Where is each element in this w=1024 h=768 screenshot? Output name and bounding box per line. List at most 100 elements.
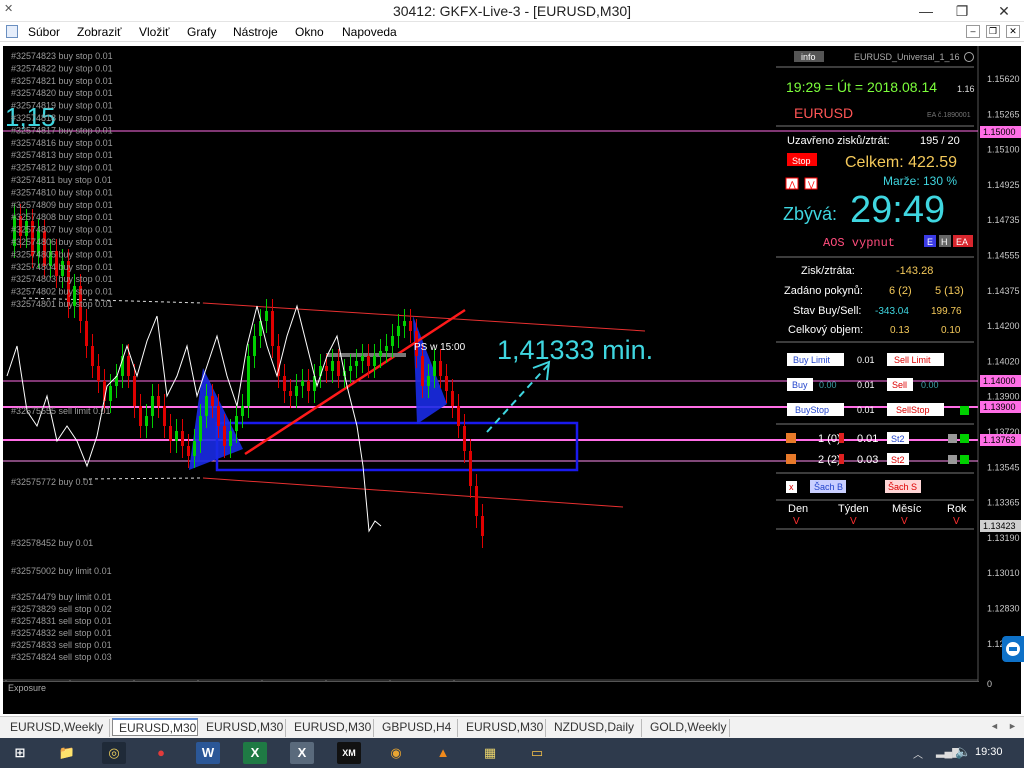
tray-chevron-icon[interactable]: ︿ (913, 746, 923, 761)
window-title-bar[interactable]: ✕ 30412: GKFX-Live-3 - [EURUSD,M30] — ❐ … (0, 0, 1024, 22)
svg-text:Sell Limit: Sell Limit (894, 355, 931, 365)
word-app-icon[interactable]: W (188, 741, 228, 765)
close-icon[interactable]: ✕ (984, 0, 1024, 22)
order-buy-limit: #32575002 buy limit 0.01 (11, 566, 112, 576)
volume-icon[interactable]: 🔈 (955, 744, 971, 760)
chart-tab-4[interactable]: GBPUSD,H4 (376, 719, 458, 737)
tab-scroll-left-icon[interactable]: ◄ (990, 721, 999, 731)
candle-body (295, 386, 298, 396)
terminal-app-icon[interactable]: X (282, 741, 322, 765)
channel-upper-line[interactable] (202, 302, 646, 332)
svg-text:⋀: ⋀ (788, 180, 796, 189)
candle-body (253, 336, 256, 356)
chart-tab-2[interactable]: EURUSD,M30 (200, 719, 286, 737)
order-label: #32574805 buy stop 0.01 (11, 249, 113, 259)
period-year: Rok (947, 503, 967, 515)
chrome-app-icon[interactable]: ◉ (376, 741, 416, 765)
candle-body (109, 386, 112, 401)
price-tick: 1.13545 (987, 462, 1020, 472)
vlc-app-icon[interactable]: ▲ (423, 741, 463, 765)
candle-body (421, 356, 424, 386)
order-label: #32574804 buy stop 0.01 (11, 262, 113, 272)
svg-text:Šach S: Šach S (888, 482, 917, 492)
menu-charts[interactable]: Grafy (187, 25, 216, 39)
teamviewer-icon[interactable] (1002, 636, 1024, 662)
order-label: #32574807 buy stop 0.01 (11, 225, 113, 235)
child-restore-icon[interactable]: ❐ (986, 25, 1000, 38)
smiley-icon (964, 52, 974, 62)
ea-version: 1.16 (957, 84, 975, 94)
price-chart[interactable]: 1,15 1,41333 min. PS w 15:00 #32574823 b… (3, 46, 1021, 694)
menu-file[interactable]: Súbor (28, 25, 60, 39)
minimize-icon[interactable]: — (912, 0, 940, 22)
metatrader-app-icon[interactable]: ◎ (94, 741, 134, 765)
menu-tools[interactable]: Nástroje (233, 25, 278, 39)
svg-text:E: E (927, 237, 933, 247)
chart-window[interactable]: 1,15 1,41333 min. PS w 15:00 #32574823 b… (3, 46, 1021, 714)
xm-app-icon[interactable]: XM (329, 741, 369, 765)
zone-rectangle[interactable] (215, 421, 579, 472)
candle-body (361, 356, 364, 361)
channel-lower-ext (82, 477, 204, 480)
row2-toggle[interactable] (948, 455, 957, 464)
excel-app-icon[interactable]: X (235, 741, 275, 765)
menu-window[interactable]: Okno (295, 25, 324, 39)
row1-toggle[interactable] (948, 434, 957, 443)
candle-body (403, 321, 406, 326)
orders-sell: 5 (13) (935, 285, 964, 297)
windows-start-icon[interactable]: ⊞ (0, 741, 40, 765)
chrome-app-glyph: ◉ (390, 745, 402, 760)
remaining-time: 29:49 (850, 189, 945, 231)
candle-body (283, 376, 286, 391)
tab-scroll-right-icon[interactable]: ► (1008, 721, 1017, 731)
row1-minus-icon[interactable] (786, 433, 796, 443)
folder-app-glyph: ▭ (530, 745, 544, 760)
taskbar-clock[interactable]: 19:30 (975, 746, 1003, 758)
chart-tab-1[interactable]: EURUSD,M30 (112, 718, 198, 736)
candle-body (463, 426, 466, 451)
price-label-text: 1.13763 (983, 435, 1016, 445)
order-buy-0772: #32575772 buy 0.01 (11, 477, 93, 487)
chart-tab-5[interactable]: EURUSD,M30 (460, 719, 546, 737)
file-explorer-icon[interactable]: 📁 (47, 741, 87, 765)
order-label: #32573829 sell stop 0.02 (11, 604, 112, 614)
chart-tab-6[interactable]: NZDUSD,Daily (548, 719, 642, 737)
order-labels-bottom: #32574479 buy limit 0.01 #32573829 sell s… (11, 592, 112, 662)
folder-app-icon[interactable]: ▭ (517, 741, 557, 765)
chart-tab-3[interactable]: EURUSD,M30 (288, 719, 374, 737)
svg-text:BuyStop: BuyStop (795, 405, 829, 415)
child-close-icon[interactable]: ✕ (1006, 25, 1020, 38)
price-label-text: 1.13423 (983, 521, 1016, 531)
pattern-triangle-left[interactable] (189, 368, 243, 470)
order-label: #32574832 sell stop 0.01 (11, 628, 112, 638)
price-tick: 0 (987, 679, 992, 689)
ea-symbol: EURUSD (794, 105, 853, 121)
document-icon[interactable] (6, 25, 18, 38)
order-label: #32574802 buy stop 0.01 (11, 287, 113, 297)
remaining-label: Zbývá: (783, 204, 837, 224)
chart-tab-0[interactable]: EURUSD,Weekly (4, 719, 110, 737)
paint-app-icon[interactable]: ▦ (470, 741, 510, 765)
order-label: #32574812 buy stop 0.01 (11, 163, 113, 173)
word-app-glyph: W (196, 742, 220, 764)
order-label: #32574808 buy stop 0.01 (11, 212, 113, 222)
ea-panel: info EURUSD_Universal_1_16 19:29 = Út = … (776, 51, 975, 530)
menu-insert[interactable]: Vložiť (139, 25, 170, 39)
price-tick: 1.14020 (987, 356, 1020, 366)
menu-view[interactable]: Zobraziť (77, 25, 122, 39)
restore-icon[interactable]: ❐ (948, 0, 976, 22)
pl-value: -143.28 (896, 265, 933, 277)
menu-help[interactable]: Napoveda (342, 25, 397, 39)
indicator-line[interactable] (6, 304, 382, 533)
buy-price: 0.00 (819, 380, 837, 390)
candle-body (475, 486, 478, 516)
margin-value: Marže: 130 % (883, 174, 957, 188)
media-player-icon[interactable]: ● (141, 741, 181, 765)
child-minimize-icon[interactable]: – (966, 25, 980, 38)
channel-lower-line[interactable] (202, 477, 624, 508)
order-label: #32574809 buy stop 0.01 (11, 200, 113, 210)
row2-minus-icon[interactable] (786, 454, 796, 464)
chart-tab-7[interactable]: GOLD,Weekly (644, 719, 730, 737)
price-tick: 1.14555 (987, 251, 1020, 261)
order-label: #32574824 sell stop 0.03 (11, 652, 112, 662)
